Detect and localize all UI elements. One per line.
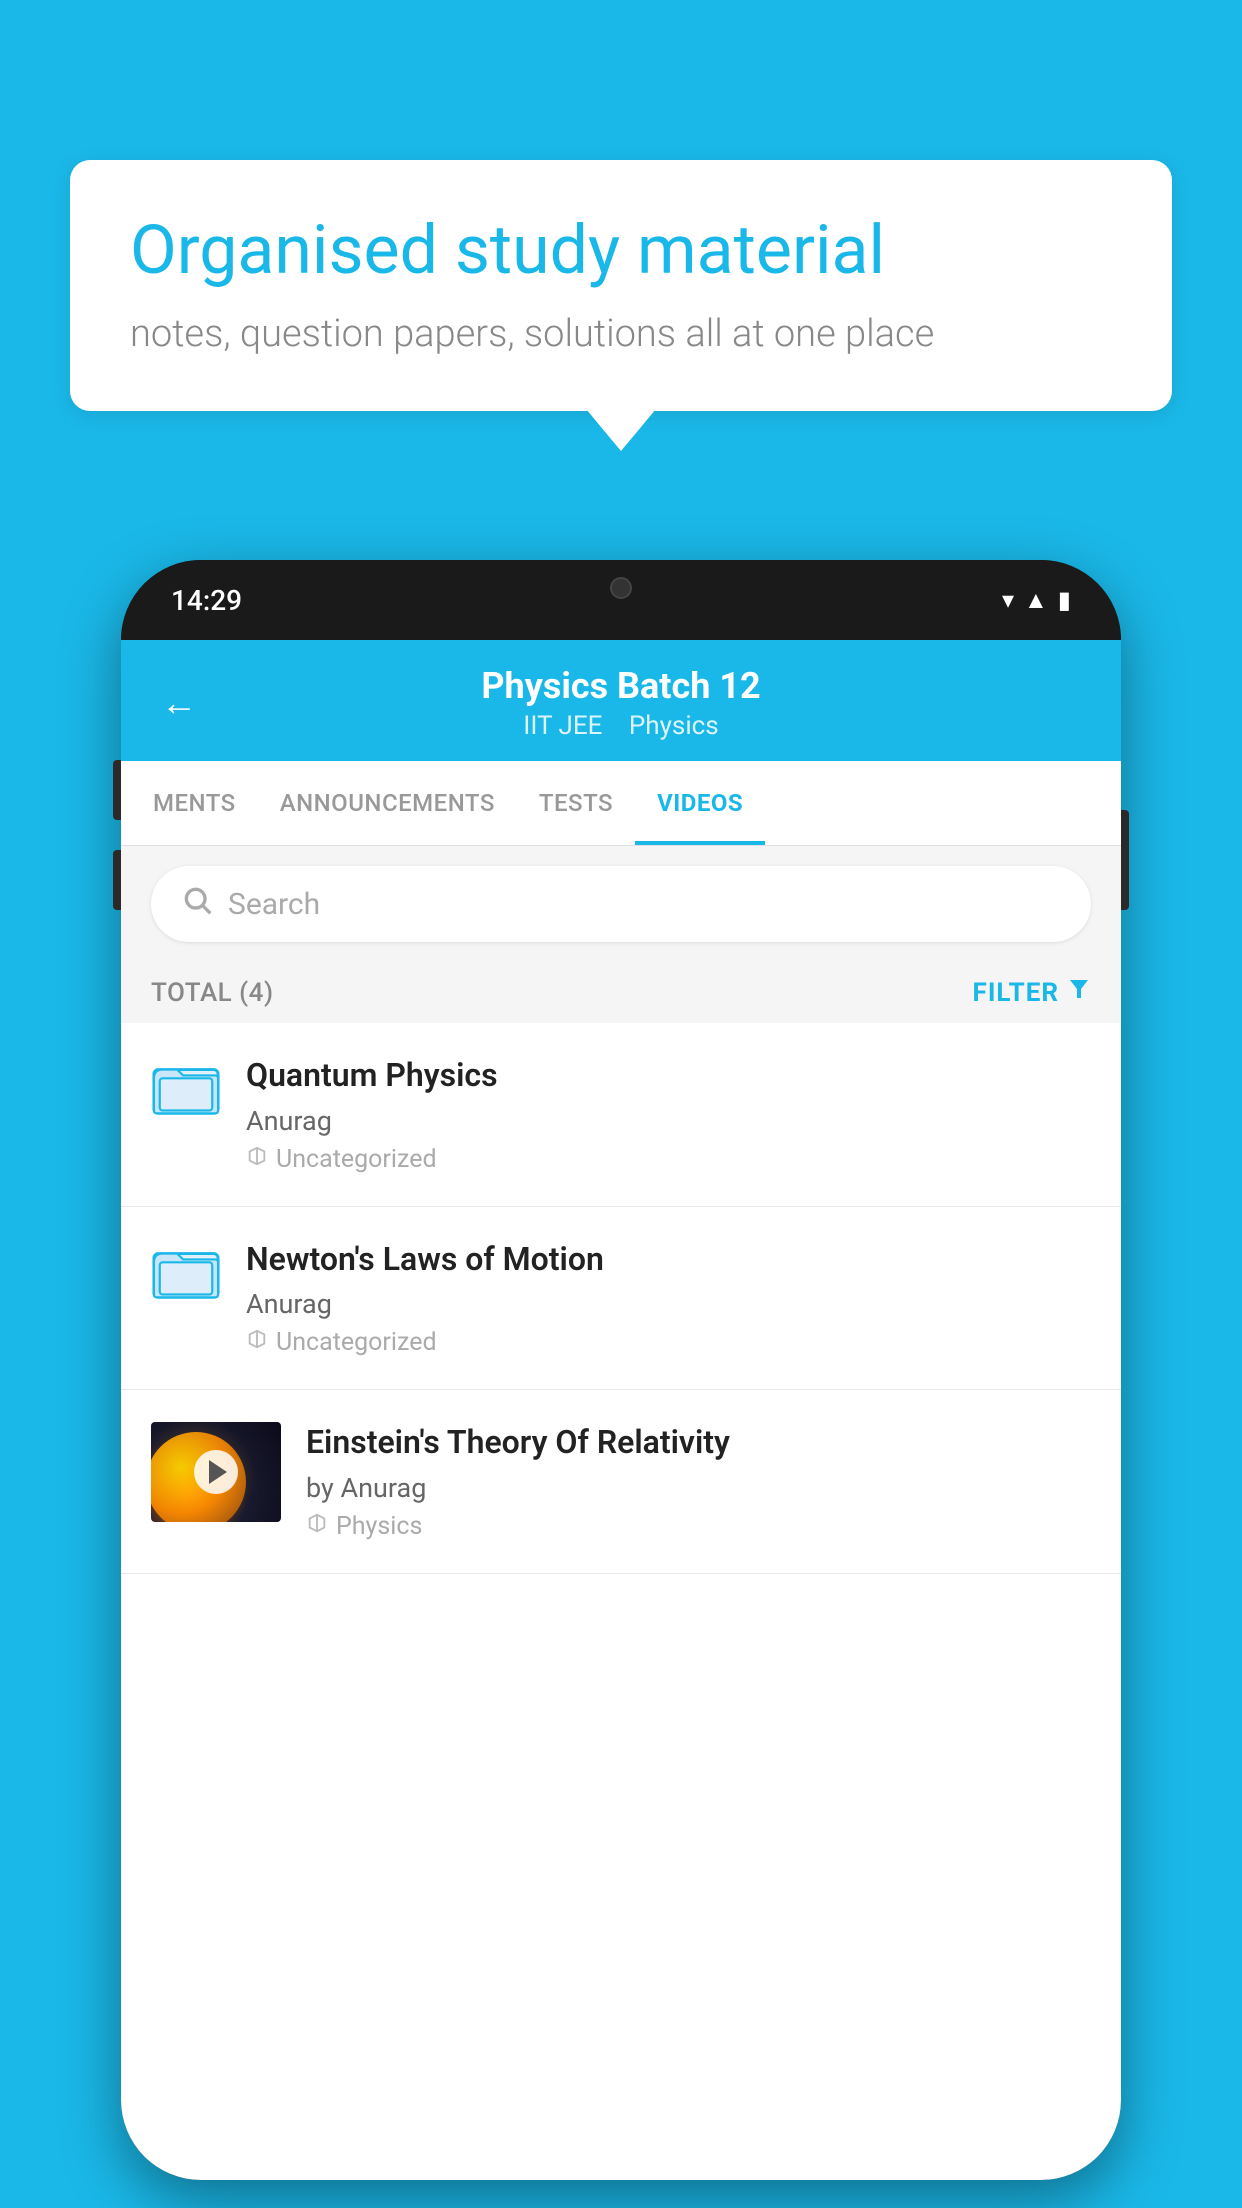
video-tag: Uncategorized <box>246 1328 1091 1357</box>
speech-bubble-container: Organised study material notes, question… <box>70 160 1172 411</box>
tab-announcements[interactable]: ANNOUNCEMENTS <box>258 761 517 845</box>
batch-category: IIT JEE <box>523 711 602 741</box>
tag-icon <box>246 1145 268 1174</box>
play-button-overlay[interactable] <box>194 1450 238 1494</box>
phone-camera <box>610 577 632 599</box>
video-thumbnail <box>151 1422 281 1522</box>
tag-icon <box>306 1512 328 1541</box>
list-item[interactable]: Newton's Laws of Motion Anurag Uncategor… <box>121 1207 1121 1391</box>
tag-icon <box>246 1328 268 1357</box>
video-author: Anurag <box>246 1105 1091 1137</box>
total-count-label: TOTAL (4) <box>151 978 274 1008</box>
search-bar[interactable]: Search <box>151 866 1091 942</box>
batch-subtitle: IIT JEE Physics <box>481 711 760 741</box>
status-icons: ▾ ▲ ▮ <box>1002 586 1071 615</box>
phone-power-button <box>1121 810 1129 910</box>
phone-volume-down-button <box>113 850 121 910</box>
status-bar-time: 14:29 <box>171 584 242 617</box>
video-list: Quantum Physics Anurag Uncategorized <box>121 1023 1121 1574</box>
video-info: Einstein's Theory Of Relativity by Anura… <box>306 1422 1091 1541</box>
app-background: Organised study material notes, question… <box>0 0 1242 2208</box>
folder-icon <box>151 1055 221 1125</box>
video-tag: Uncategorized <box>246 1145 1091 1174</box>
batch-title: Physics Batch 12 <box>481 665 760 707</box>
wifi-icon: ▾ <box>1002 586 1014 614</box>
search-icon <box>181 884 213 924</box>
phone-mockup: 14:29 ▾ ▲ ▮ ← Physics Batch 12 IIT JEE P… <box>121 560 1121 2180</box>
tag-label: Physics <box>336 1512 422 1541</box>
phone-volume-up-button <box>113 760 121 820</box>
status-bar: 14:29 ▾ ▲ ▮ <box>121 560 1121 640</box>
signal-icon: ▲ <box>1024 586 1048 615</box>
search-bar-container: Search <box>121 846 1121 962</box>
speech-bubble: Organised study material notes, question… <box>70 160 1172 411</box>
video-title: Quantum Physics <box>246 1055 1091 1097</box>
search-placeholder-text: Search <box>228 887 320 922</box>
filter-button[interactable]: FILTER <box>973 977 1091 1008</box>
tab-videos[interactable]: VIDEOS <box>635 761 765 845</box>
speech-bubble-subtitle: notes, question papers, solutions all at… <box>130 312 1112 356</box>
video-author: Anurag <box>246 1288 1091 1320</box>
folder-icon <box>151 1239 221 1309</box>
video-info: Quantum Physics Anurag Uncategorized <box>246 1055 1091 1174</box>
list-item[interactable]: Quantum Physics Anurag Uncategorized <box>121 1023 1121 1207</box>
list-item[interactable]: Einstein's Theory Of Relativity by Anura… <box>121 1390 1121 1574</box>
filter-funnel-icon <box>1067 977 1091 1008</box>
app-header: ← Physics Batch 12 IIT JEE Physics <box>121 640 1121 761</box>
tag-label: Uncategorized <box>276 1328 437 1357</box>
video-title: Einstein's Theory Of Relativity <box>306 1422 1091 1464</box>
video-title: Newton's Laws of Motion <box>246 1239 1091 1281</box>
play-triangle-icon <box>209 1460 227 1484</box>
back-button[interactable]: ← <box>161 682 197 724</box>
phone-notch <box>531 560 711 615</box>
batch-subject: Physics <box>629 711 719 741</box>
battery-icon: ▮ <box>1058 586 1071 614</box>
video-info: Newton's Laws of Motion Anurag Uncategor… <box>246 1239 1091 1358</box>
header-title-group: Physics Batch 12 IIT JEE Physics <box>481 665 760 741</box>
video-tag: Physics <box>306 1512 1091 1541</box>
filter-bar: TOTAL (4) FILTER <box>121 962 1121 1023</box>
tabs-bar: MENTS ANNOUNCEMENTS TESTS VIDEOS <box>121 761 1121 846</box>
phone-screen: ← Physics Batch 12 IIT JEE Physics MENTS… <box>121 640 1121 2180</box>
video-author: by Anurag <box>306 1472 1091 1504</box>
tab-ments[interactable]: MENTS <box>131 761 258 845</box>
filter-label: FILTER <box>973 978 1059 1008</box>
speech-bubble-title: Organised study material <box>130 210 1112 292</box>
tab-tests[interactable]: TESTS <box>517 761 635 845</box>
tag-label: Uncategorized <box>276 1145 437 1174</box>
